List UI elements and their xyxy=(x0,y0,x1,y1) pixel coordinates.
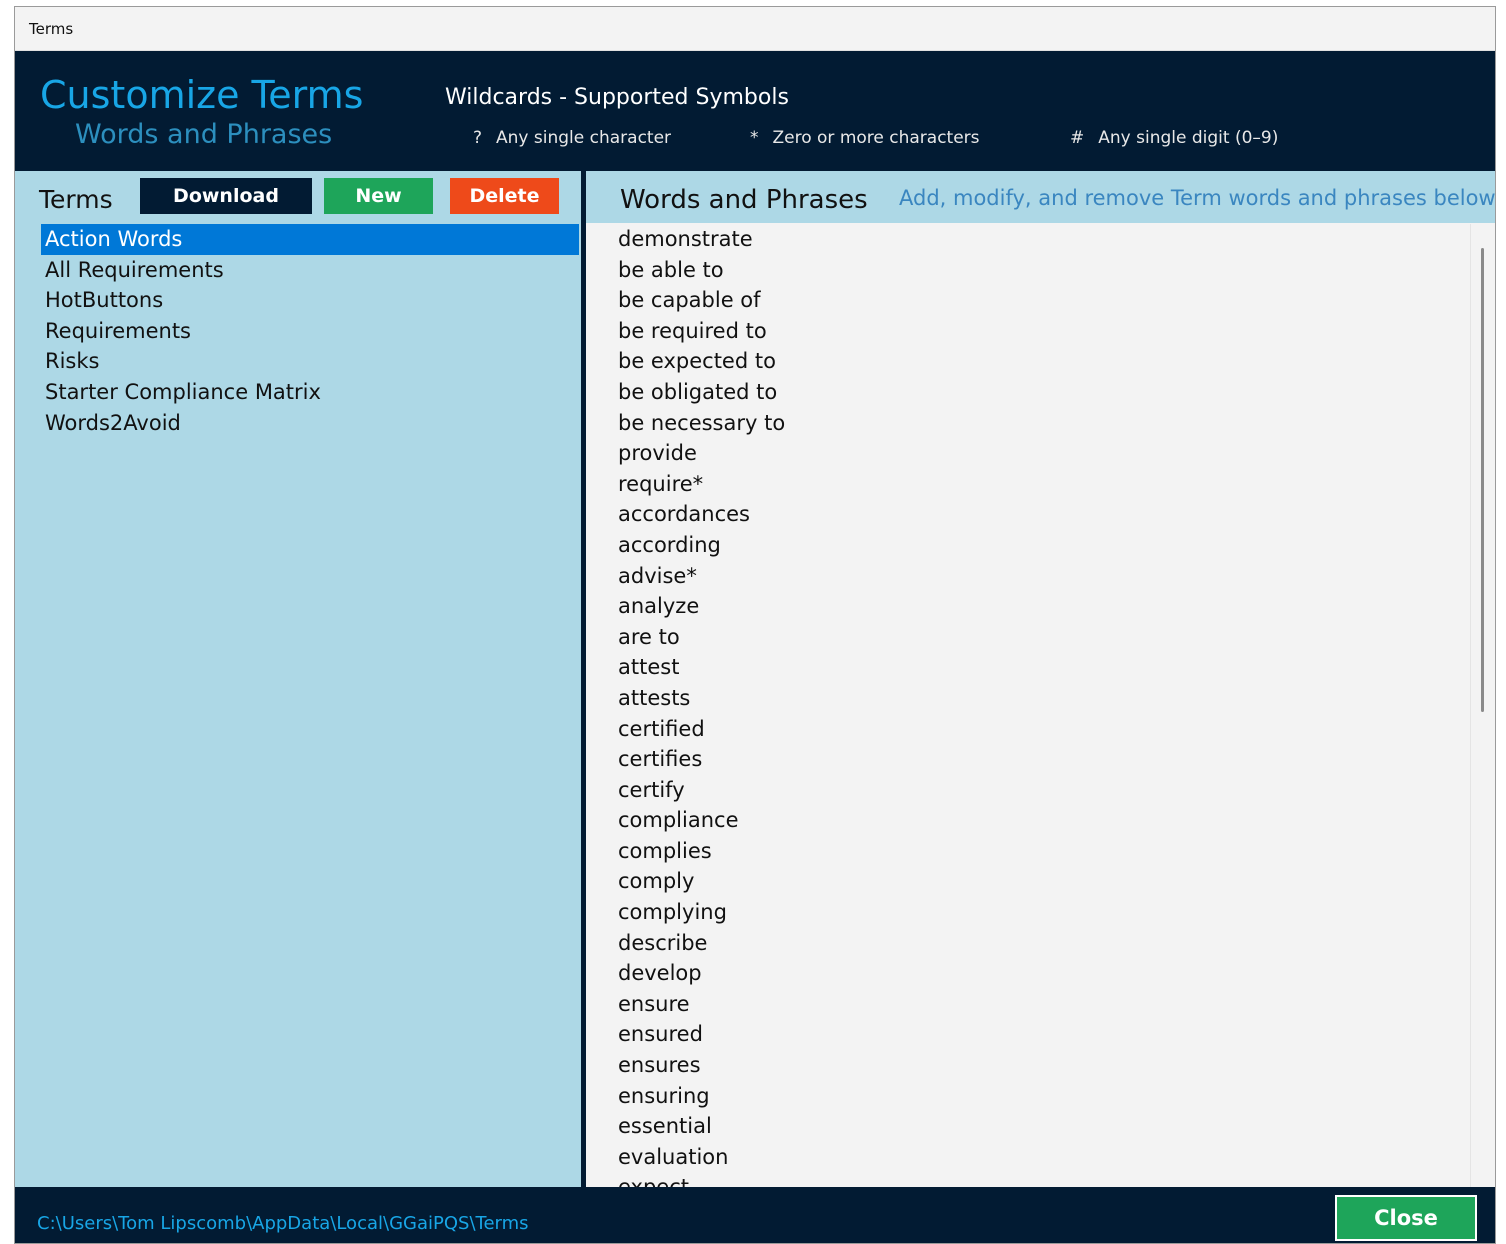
words-header: Words and Phrases Add, modify, and remov… xyxy=(586,171,1495,223)
term-item[interactable]: Words2Avoid xyxy=(41,408,579,439)
words-title: Words and Phrases xyxy=(620,185,868,215)
wildcards-title: Wildcards - Supported Symbols xyxy=(445,85,789,110)
word-item[interactable]: attests xyxy=(586,683,1471,714)
scrollbar-thumb[interactable] xyxy=(1481,248,1484,712)
header-banner: Customize Terms Words and Phrases Wildca… xyxy=(15,51,1495,171)
terms-list: Action Words All Requirements HotButtons Re… xyxy=(41,224,579,438)
word-item[interactable]: develop xyxy=(586,958,1471,989)
word-item[interactable]: compliance xyxy=(586,805,1471,836)
word-item[interactable]: accordances xyxy=(586,499,1471,530)
word-item[interactable]: attest xyxy=(586,652,1471,683)
word-item[interactable]: be capable of xyxy=(586,285,1471,316)
new-button[interactable]: New xyxy=(324,178,433,214)
word-item[interactable]: expect xyxy=(586,1172,1471,1187)
word-item[interactable]: according xyxy=(586,530,1471,561)
word-item[interactable]: be obligated to xyxy=(586,377,1471,408)
words-description: Add, modify, and remove Term words and p… xyxy=(899,186,1496,210)
term-item[interactable]: Risks xyxy=(41,346,579,377)
word-item[interactable]: ensures xyxy=(586,1050,1471,1081)
word-item[interactable]: complies xyxy=(586,836,1471,867)
word-item[interactable]: certifies xyxy=(586,744,1471,775)
word-item[interactable]: certified xyxy=(586,714,1471,745)
terms-label: Terms xyxy=(39,185,113,214)
word-item[interactable]: complying xyxy=(586,897,1471,928)
word-item[interactable]: are to xyxy=(586,622,1471,653)
word-item[interactable]: comply xyxy=(586,866,1471,897)
word-item[interactable]: ensured xyxy=(586,1019,1471,1050)
words-panel: Words and Phrases Add, modify, and remov… xyxy=(586,171,1495,1187)
wildcard-text: Any single digit (0–9) xyxy=(1098,128,1279,148)
word-item[interactable]: ensure xyxy=(586,989,1471,1020)
word-item[interactable]: be necessary to xyxy=(586,408,1471,439)
wildcard-text: Any single character xyxy=(496,128,672,148)
page-title: Customize Terms xyxy=(40,73,364,117)
wildcard-symbol: ? xyxy=(473,128,483,148)
delete-button[interactable]: Delete xyxy=(450,178,559,214)
wildcard-asterisk: * Zero or more characters xyxy=(750,128,980,148)
word-item[interactable]: be able to xyxy=(586,255,1471,286)
term-item[interactable]: Action Words xyxy=(41,224,579,255)
terms-window: Terms Customize Terms Words and Phrases … xyxy=(14,6,1496,1244)
window-titlebar: Terms xyxy=(15,7,1495,51)
footer-bar: C:\Users\Tom Lipscomb\AppData\Local\GGai… xyxy=(15,1187,1495,1243)
term-item[interactable]: All Requirements xyxy=(41,255,579,286)
word-item[interactable]: essential xyxy=(586,1111,1471,1142)
wildcard-symbol: # xyxy=(1070,128,1085,148)
words-scrollbar[interactable] xyxy=(1470,224,1495,1187)
word-item[interactable]: certify xyxy=(586,775,1471,806)
word-item[interactable]: ensuring xyxy=(586,1081,1471,1112)
word-item[interactable]: be expected to xyxy=(586,346,1471,377)
terms-folder-path: C:\Users\Tom Lipscomb\AppData\Local\GGai… xyxy=(37,1213,529,1234)
terms-panel: Terms Download New Delete Action Words Al… xyxy=(15,171,581,1187)
wildcard-text: Zero or more characters xyxy=(772,128,980,148)
word-item[interactable]: advise* xyxy=(586,561,1471,592)
words-list[interactable]: demonstrate be able to be capable of be req… xyxy=(586,224,1471,1187)
word-item[interactable]: require* xyxy=(586,469,1471,500)
term-item[interactable]: Requirements xyxy=(41,316,579,347)
word-item[interactable]: analyze xyxy=(586,591,1471,622)
word-item[interactable]: evaluation xyxy=(586,1142,1471,1173)
close-button[interactable]: Close xyxy=(1335,1195,1477,1241)
term-item[interactable]: Starter Compliance Matrix xyxy=(41,377,579,408)
word-item[interactable]: demonstrate xyxy=(586,224,1471,255)
word-item[interactable]: describe xyxy=(586,928,1471,959)
wildcard-question: ? Any single character xyxy=(473,128,671,148)
page-subtitle: Words and Phrases xyxy=(75,119,333,150)
wildcard-symbol: * xyxy=(750,128,759,148)
download-button[interactable]: Download xyxy=(140,178,312,214)
word-item[interactable]: provide xyxy=(586,438,1471,469)
term-item[interactable]: HotButtons xyxy=(41,285,579,316)
wildcard-hash: # Any single digit (0–9) xyxy=(1070,128,1278,148)
word-item[interactable]: be required to xyxy=(586,316,1471,347)
